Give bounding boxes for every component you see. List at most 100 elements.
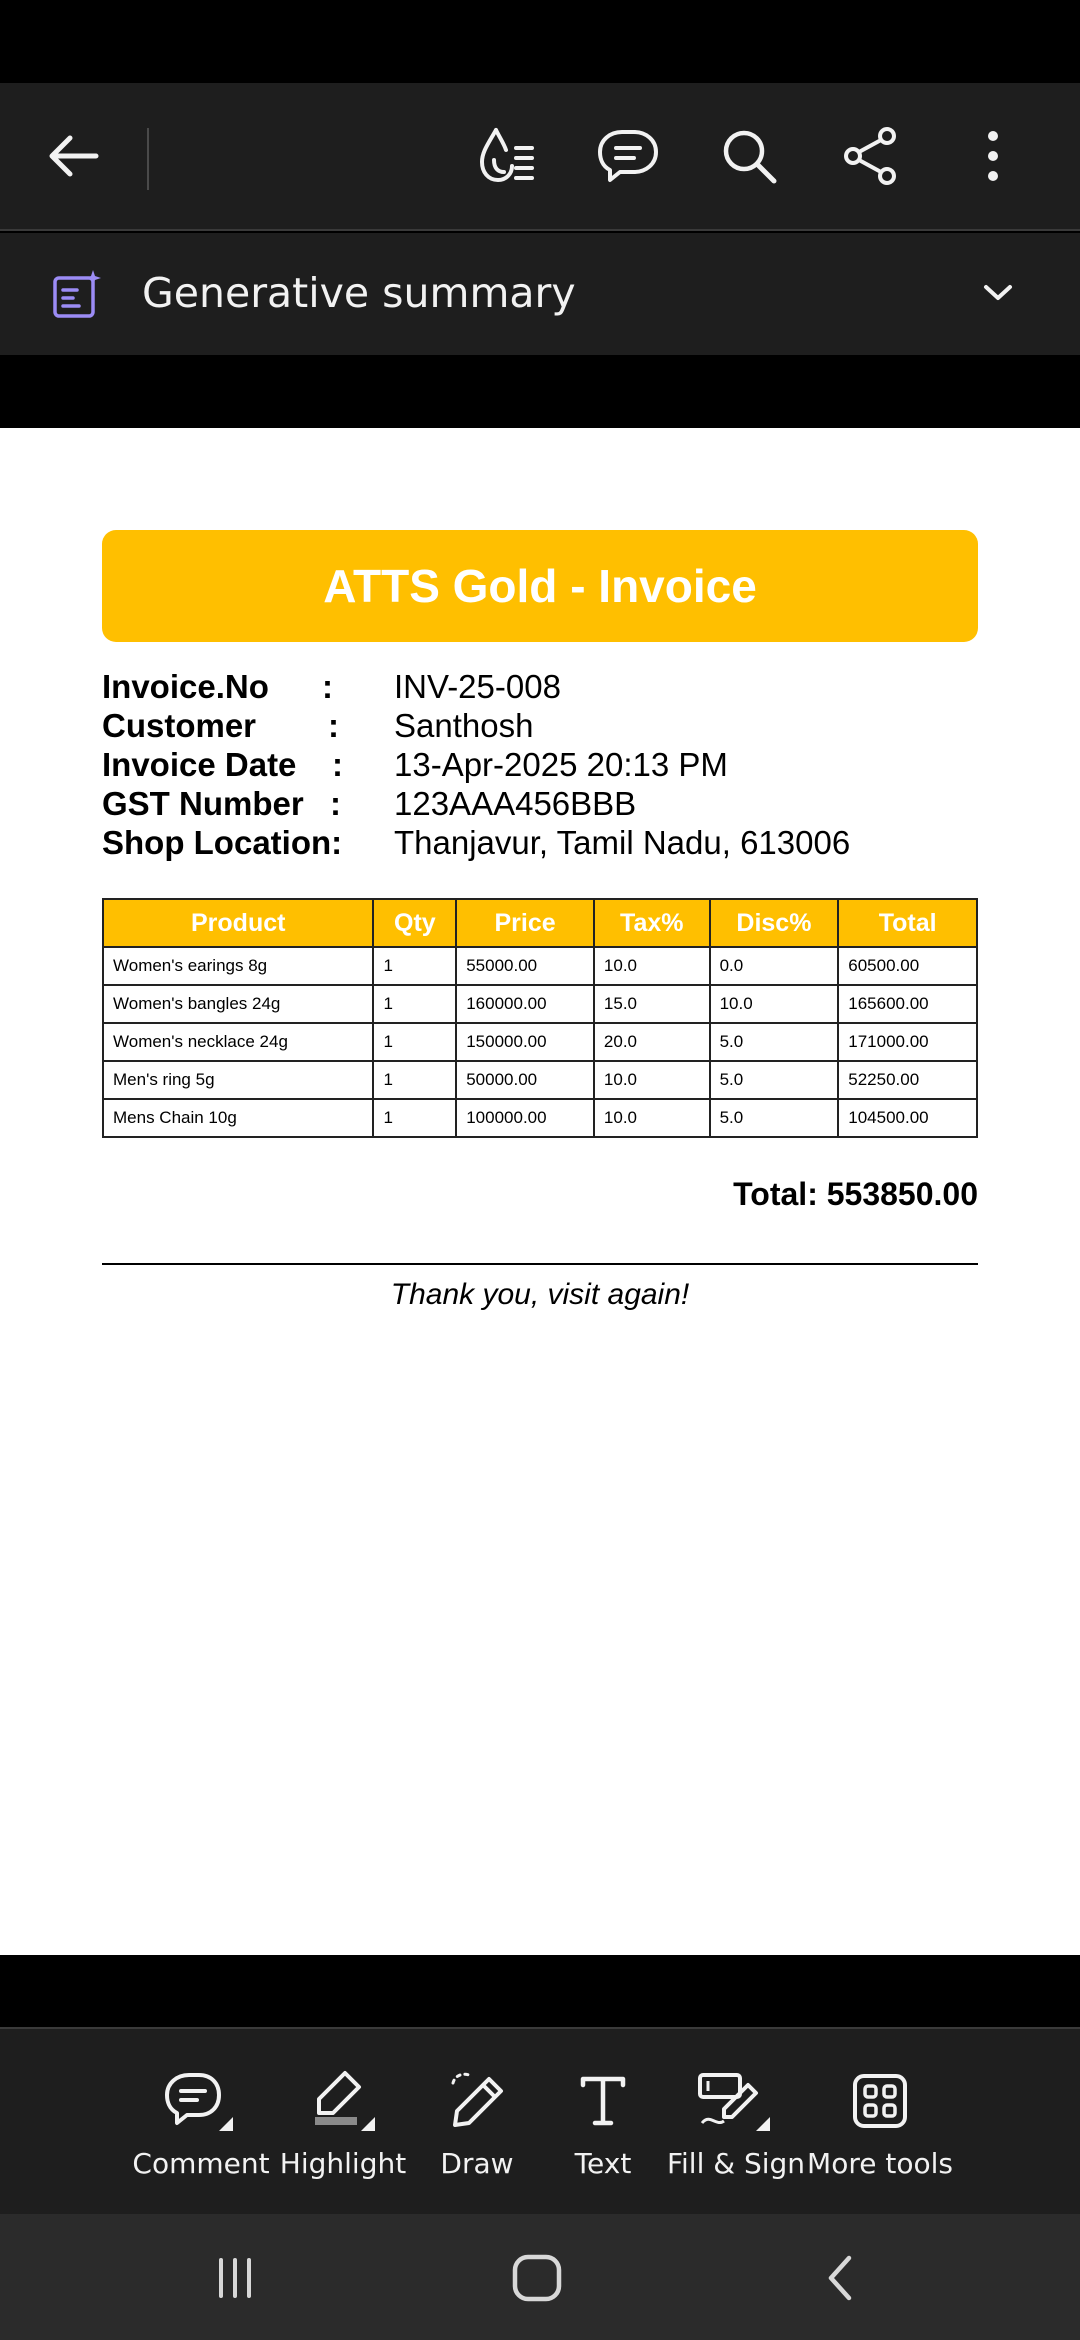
- table-cell: 10.0: [592, 946, 711, 986]
- table-cell: 5.0: [708, 1022, 840, 1062]
- status-bar: [0, 0, 1080, 83]
- info-value: 13-Apr-2025 20:13 PM: [394, 746, 728, 783]
- table-cell: 150000.00: [455, 1022, 595, 1062]
- tool-text[interactable]: Text: [553, 2029, 653, 2216]
- table-cell: 52250.00: [837, 1060, 978, 1100]
- back-arrow-icon[interactable]: [40, 123, 106, 189]
- top-toolbar: [0, 83, 1080, 231]
- tool-fill-sign[interactable]: Fill & Sign: [666, 2029, 806, 2216]
- table-cell: 60500.00: [837, 946, 978, 986]
- table-cell: 1: [372, 984, 458, 1024]
- toolbar-divider: [147, 128, 149, 190]
- generative-summary-label: Generative summary: [142, 269, 576, 317]
- liquid-mode-icon[interactable]: [470, 123, 542, 189]
- tool-more-tools[interactable]: More tools: [807, 2029, 953, 2216]
- more-vert-icon[interactable]: [966, 123, 1020, 189]
- info-label: Customer: [102, 707, 257, 744]
- more-tools-icon: [852, 2071, 908, 2131]
- table-cell: 20.0: [592, 1022, 711, 1062]
- info-row-gst-number: GST Number : 123AAA456BBB: [102, 785, 978, 824]
- generative-summary-icon: [50, 267, 104, 321]
- comment-icon: [163, 2071, 239, 2131]
- page-gap-top: [0, 355, 1080, 428]
- info-colon: :: [330, 785, 341, 822]
- table-cell: 5.0: [708, 1060, 840, 1100]
- table-header-row: Product Qty Price Tax% Disc% Total: [101, 898, 978, 948]
- info-colon: :: [328, 707, 339, 744]
- info-value: Thanjavur, Tamil Nadu, 613006: [394, 824, 851, 861]
- tool-label: Draw: [440, 2147, 514, 2180]
- footer-divider: [102, 1263, 978, 1265]
- column-header: Disc%: [708, 898, 840, 948]
- tool-label: Highlight: [279, 2147, 407, 2180]
- invoice-title-banner: ATTS Gold - Invoice: [102, 530, 978, 642]
- column-header: Total: [837, 898, 978, 948]
- chevron-down-icon[interactable]: [978, 273, 1018, 313]
- home-icon[interactable]: [504, 2250, 570, 2306]
- info-row-shop-location: Shop Location: Thanjavur, Tamil Nadu, 61…: [102, 824, 978, 863]
- info-value: Santhosh: [394, 707, 534, 744]
- info-value: INV-25-008: [394, 668, 561, 705]
- column-header: Qty: [372, 898, 458, 948]
- table-cell: 50000.00: [455, 1060, 595, 1100]
- invoice-total: Total: 553850.00: [733, 1176, 978, 1212]
- tool-draw[interactable]: Draw: [427, 2029, 527, 2216]
- table-cell: 0.0: [708, 946, 840, 986]
- table-row: Women's necklace 24g 1 150000.00 20.0 5.…: [101, 1022, 978, 1062]
- document-page[interactable]: ATTS Gold - Invoice Invoice.No : INV-25-…: [0, 428, 1080, 1955]
- table-cell: 1: [372, 1060, 458, 1100]
- tool-label: More tools: [807, 2147, 953, 2180]
- tool-label: Comment: [132, 2147, 270, 2180]
- search-icon[interactable]: [716, 123, 782, 189]
- column-header: Tax%: [592, 898, 711, 948]
- recents-icon[interactable]: [200, 2250, 270, 2306]
- table-cell: 1: [372, 1098, 458, 1138]
- draw-icon: [445, 2071, 509, 2131]
- system-nav-bar: [0, 2214, 1080, 2340]
- info-value: 123AAA456BBB: [394, 785, 637, 822]
- table-cell: 1: [372, 1022, 458, 1062]
- info-row-invoice-no: Invoice.No : INV-25-008: [102, 668, 978, 707]
- text-icon: [577, 2071, 629, 2131]
- fill-sign-icon: [696, 2071, 776, 2131]
- table-cell: 160000.00: [455, 984, 595, 1024]
- table-cell: 10.0: [708, 984, 840, 1024]
- info-label: Invoice Date: [102, 746, 297, 783]
- table-cell: 171000.00: [837, 1022, 978, 1062]
- table-cell: 10.0: [592, 1098, 711, 1138]
- highlight-icon: [305, 2071, 381, 2131]
- generative-summary-bar[interactable]: Generative summary: [0, 233, 1080, 355]
- info-label: GST Number: [102, 785, 304, 822]
- table-cell: 55000.00: [455, 946, 595, 986]
- table-cell: 100000.00: [455, 1098, 595, 1138]
- back-icon[interactable]: [812, 2250, 868, 2306]
- table-cell: 15.0: [592, 984, 711, 1024]
- info-row-invoice-date: Invoice Date : 13-Apr-2025 20:13 PM: [102, 746, 978, 785]
- table-cell: Men's ring 5g: [101, 1060, 375, 1100]
- table-cell: Women's necklace 24g: [101, 1022, 375, 1062]
- table-cell: 165600.00: [837, 984, 978, 1024]
- table-cell: Mens Chain 10g: [101, 1098, 375, 1138]
- table-cell: 104500.00: [837, 1098, 978, 1138]
- tool-label: Text: [574, 2147, 632, 2180]
- table-cell: 5.0: [708, 1098, 840, 1138]
- tool-comment[interactable]: Comment: [132, 2029, 270, 2216]
- invoice-items-table: Product Qty Price Tax% Disc% Total Women…: [101, 898, 978, 1138]
- table-row: Women's earings 8g 1 55000.00 10.0 0.0 6…: [101, 946, 978, 986]
- tool-label: Fill & Sign: [666, 2147, 806, 2180]
- comment-list-icon[interactable]: [592, 123, 664, 189]
- tool-highlight[interactable]: Highlight: [280, 2029, 406, 2216]
- column-header: Price: [455, 898, 595, 948]
- table-cell: 10.0: [592, 1060, 711, 1100]
- bottom-toolbar: Comment Highlight Draw Text Fill & Sign …: [0, 2027, 1080, 2214]
- share-icon[interactable]: [838, 123, 904, 189]
- column-header: Product: [101, 898, 375, 948]
- table-cell: Women's earings 8g: [101, 946, 375, 986]
- info-label: Invoice.No: [102, 668, 269, 705]
- table-cell: 1: [372, 946, 458, 986]
- info-colon: :: [332, 746, 343, 783]
- table-row: Women's bangles 24g 1 160000.00 15.0 10.…: [101, 984, 978, 1024]
- table-row: Men's ring 5g 1 50000.00 10.0 5.0 52250.…: [101, 1060, 978, 1100]
- page-gap-bottom: [0, 1955, 1080, 2027]
- info-label: Shop Location:: [102, 824, 343, 861]
